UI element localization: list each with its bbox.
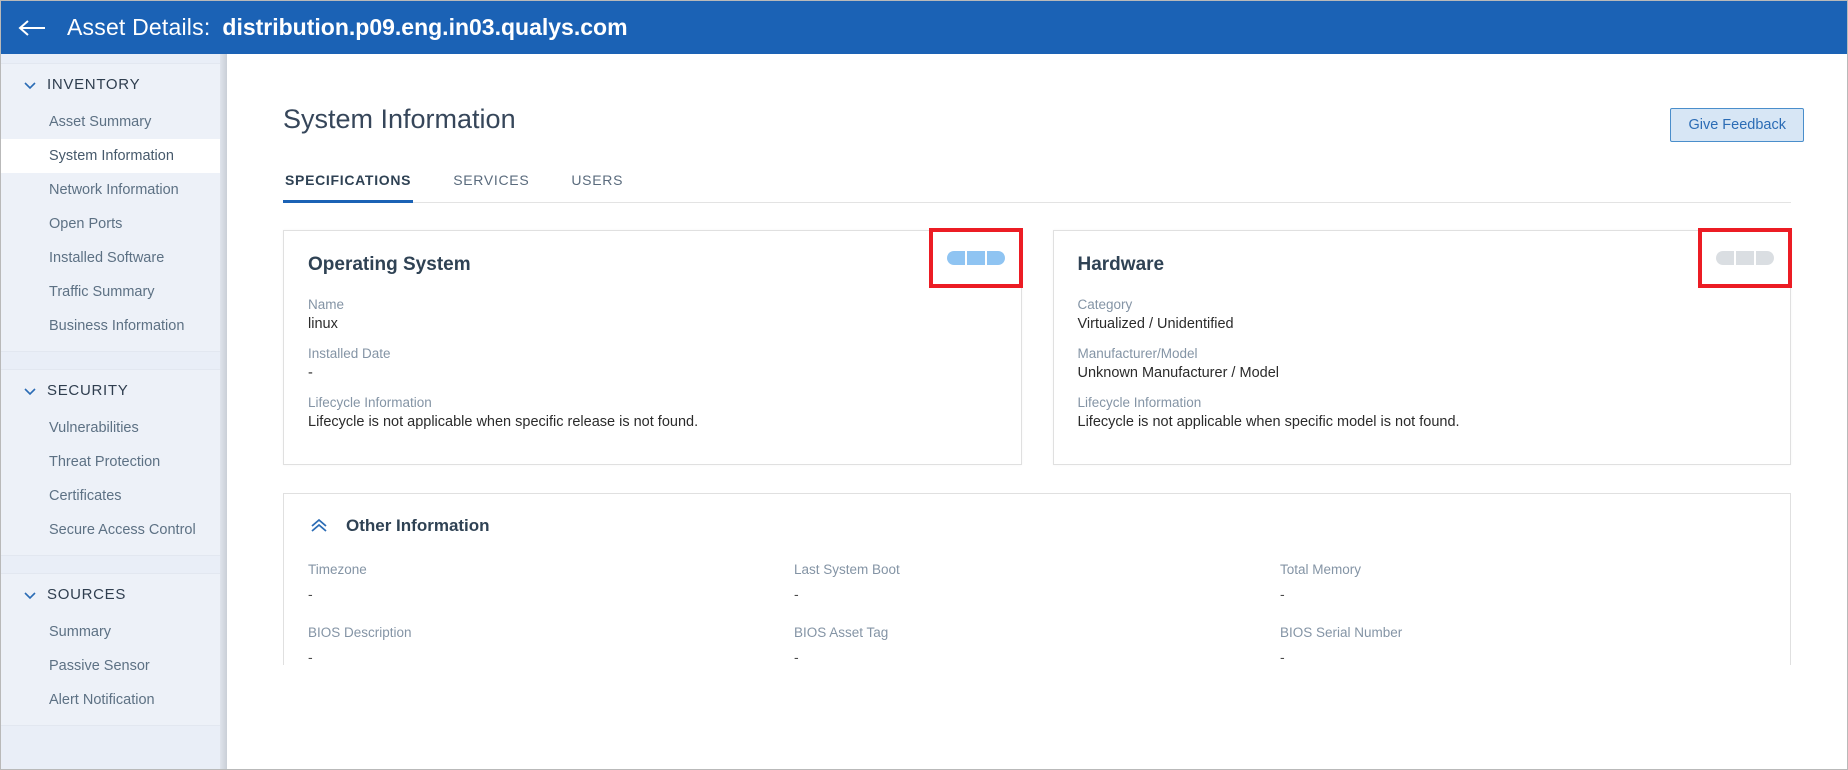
field-label: Lifecycle Information xyxy=(1077,395,1202,410)
tab-specifications[interactable]: SPECIFICATIONS xyxy=(283,172,414,203)
field-label: Installed Date xyxy=(308,346,391,361)
sidebar-item-network-information[interactable]: Network Information xyxy=(1,173,227,207)
sidebar-group-security: SECURITY Vulnerabilities Threat Protecti… xyxy=(1,369,227,556)
sidebar-group-label: SOURCES xyxy=(47,586,127,603)
sidebar-group-label: INVENTORY xyxy=(47,76,141,93)
redacted-badge-icon[interactable] xyxy=(946,251,1005,265)
arrow-left-icon[interactable] xyxy=(15,13,49,43)
field-value: - xyxy=(1280,586,1285,602)
field-label: BIOS Description xyxy=(308,625,412,640)
other-information-title: Other Information xyxy=(346,516,490,535)
other-information-grid: Timezone - Last System Boot - Total Memo… xyxy=(308,562,1766,665)
sidebar-navigation: INVENTORY Asset Summary System Informati… xyxy=(1,54,227,769)
field-value: - xyxy=(308,586,313,602)
field-value: Virtualized / Unidentified xyxy=(1077,316,1234,332)
asset-name: distribution.p09.eng.in03.qualys.com xyxy=(222,14,628,40)
main-content: System Information Give Feedback SPECIFI… xyxy=(227,54,1847,769)
field-label: Manufacturer/Model xyxy=(1077,346,1198,361)
sidebar-item-traffic-summary[interactable]: Traffic Summary xyxy=(1,275,227,309)
field-bios-serial-number: BIOS Serial Number - xyxy=(1280,625,1766,665)
field-value: - xyxy=(308,365,313,381)
field-label: Total Memory xyxy=(1280,562,1362,577)
card-title: Operating System xyxy=(308,254,471,275)
field-value: - xyxy=(794,586,799,602)
field-os-lifecycle-information: Lifecycle Information Lifecycle is not a… xyxy=(308,395,997,430)
field-bios-asset-tag: BIOS Asset Tag - xyxy=(794,625,1280,665)
hardware-card: Hardware Category Virtualized / Unidenti… xyxy=(1052,228,1792,465)
chevron-up-double-icon xyxy=(311,518,327,532)
card-title: Hardware xyxy=(1077,254,1165,275)
sidebar-group-header-security[interactable]: SECURITY xyxy=(1,370,227,411)
tab-bar: SPECIFICATIONS SERVICES USERS xyxy=(283,172,1791,203)
sidebar-item-open-ports[interactable]: Open Ports xyxy=(1,207,227,241)
operating-system-card: Operating System Name linux Installed Da… xyxy=(283,228,1023,465)
field-label: BIOS Serial Number xyxy=(1280,625,1403,640)
field-label: Name xyxy=(308,297,345,312)
field-timezone: Timezone - xyxy=(308,562,794,602)
chevron-down-icon xyxy=(24,591,36,599)
specification-cards: Operating System Name linux Installed Da… xyxy=(283,228,1792,465)
page-body: INVENTORY Asset Summary System Informati… xyxy=(1,54,1847,769)
field-label: Last System Boot xyxy=(794,562,900,577)
field-label: Timezone xyxy=(308,562,367,577)
field-label: BIOS Asset Tag xyxy=(794,625,889,640)
other-information-toggle[interactable]: Other Information xyxy=(308,516,1766,536)
field-hw-manufacturer-model: Manufacturer/Model Unknown Manufacturer … xyxy=(1078,346,1767,381)
sidebar-item-vulnerabilities[interactable]: Vulnerabilities xyxy=(1,411,227,445)
annotation-box-operating-system xyxy=(928,228,1023,288)
sidebar-item-threat-protection[interactable]: Threat Protection xyxy=(1,445,227,479)
field-last-system-boot: Last System Boot - xyxy=(794,562,1280,602)
field-value: - xyxy=(794,649,799,665)
other-information-panel: Other Information Timezone - Last System… xyxy=(283,493,1791,665)
sidebar-item-business-information[interactable]: Business Information xyxy=(1,309,227,343)
sidebar-item-asset-summary[interactable]: Asset Summary xyxy=(1,105,227,139)
sidebar-group-header-sources[interactable]: SOURCES xyxy=(1,574,227,615)
page-header-title: Asset Details: xyxy=(67,14,211,40)
tab-users[interactable]: USERS xyxy=(569,172,625,203)
sidebar-item-passive-sensor[interactable]: Passive Sensor xyxy=(1,649,227,683)
tab-services[interactable]: SERVICES xyxy=(451,172,531,203)
redacted-badge-icon[interactable] xyxy=(1716,251,1774,265)
field-value: Lifecycle is not applicable when specifi… xyxy=(308,414,699,430)
field-value: - xyxy=(1280,649,1285,665)
field-label: Category xyxy=(1077,297,1133,312)
annotation-box-hardware xyxy=(1698,228,1792,288)
field-total-memory: Total Memory - xyxy=(1280,562,1766,602)
field-bios-description: BIOS Description - xyxy=(308,625,794,665)
field-hw-lifecycle-information: Lifecycle Information Lifecycle is not a… xyxy=(1078,395,1767,430)
field-os-installed-date: Installed Date - xyxy=(308,346,997,381)
sidebar-group-label: SECURITY xyxy=(47,382,129,399)
field-os-name: Name linux xyxy=(308,297,997,332)
page-title: System Information xyxy=(283,104,516,134)
field-value: Lifecycle is not applicable when specifi… xyxy=(1077,414,1460,430)
asset-details-page: Asset Details: distribution.p09.eng.in03… xyxy=(0,0,1848,770)
sidebar-item-secure-access-control[interactable]: Secure Access Control xyxy=(1,513,227,547)
sidebar-group-sources: SOURCES Summary Passive Sensor Alert Not… xyxy=(1,573,227,726)
sidebar-item-alert-notification[interactable]: Alert Notification xyxy=(1,683,227,717)
field-hw-category: Category Virtualized / Unidentified xyxy=(1078,297,1767,332)
field-value: Unknown Manufacturer / Model xyxy=(1077,365,1280,381)
sidebar-item-certificates[interactable]: Certificates xyxy=(1,479,227,513)
field-value: linux xyxy=(308,316,338,332)
field-value: - xyxy=(308,649,313,665)
chevron-down-icon xyxy=(24,81,36,89)
give-feedback-button[interactable]: Give Feedback xyxy=(1670,108,1804,142)
sidebar-item-summary[interactable]: Summary xyxy=(1,615,227,649)
sidebar-item-installed-software[interactable]: Installed Software xyxy=(1,241,227,275)
sidebar-group-header-inventory[interactable]: INVENTORY xyxy=(1,64,227,105)
sidebar-group-inventory: INVENTORY Asset Summary System Informati… xyxy=(1,63,227,352)
sidebar-scrollbar[interactable] xyxy=(220,54,227,769)
chevron-down-icon xyxy=(24,387,36,395)
field-label: Lifecycle Information xyxy=(308,395,432,410)
sidebar-item-system-information[interactable]: System Information xyxy=(1,139,225,173)
page-header: Asset Details: distribution.p09.eng.in03… xyxy=(1,1,1847,54)
